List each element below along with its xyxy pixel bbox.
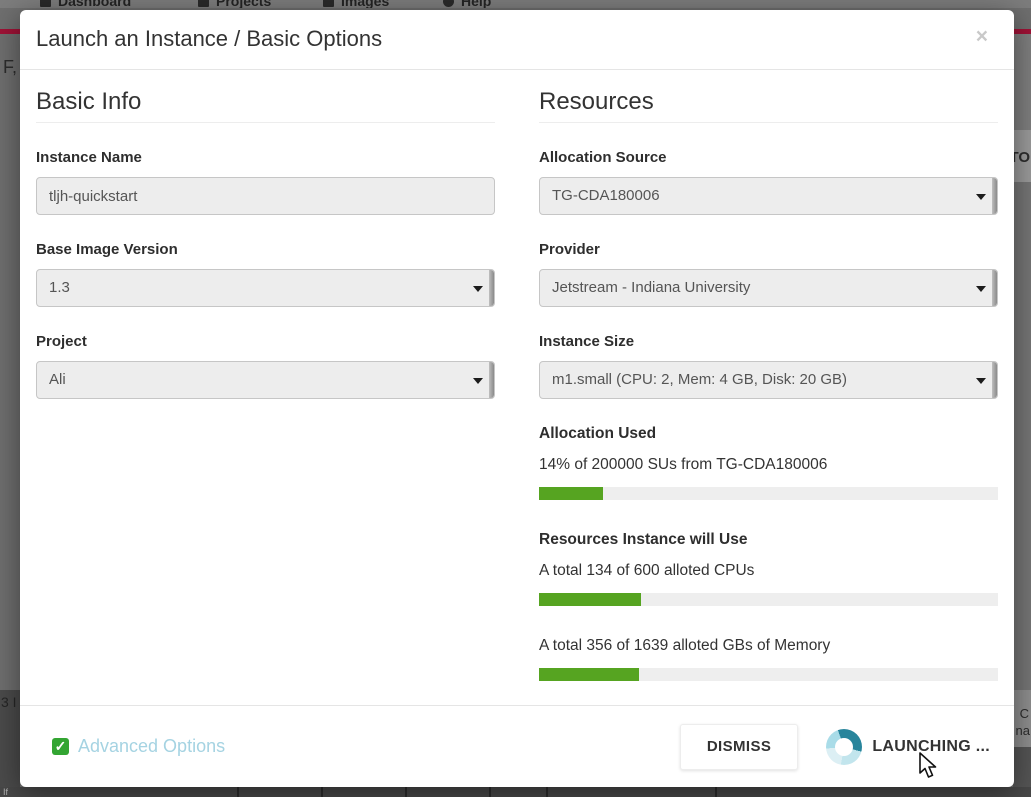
cpu-usage-text: A total 134 of 600 alloted CPUs <box>539 562 998 580</box>
resources-section: Resources Allocation Source TG-CDA180006… <box>539 70 998 681</box>
check-square-icon: ✓ <box>52 738 69 755</box>
modal-footer: ✓ Advanced Options DISMISS LAUNCHING ... <box>20 705 1014 787</box>
basic-info-heading: Basic Info <box>36 88 495 123</box>
allocation-used-progress-fill <box>539 487 603 500</box>
nav-item-projects: Projects <box>198 0 271 8</box>
provider-label: Provider <box>539 241 998 259</box>
modal-body: Basic Info Instance Name Base Image Vers… <box>20 70 1014 681</box>
background-text-fragment: If <box>3 787 8 797</box>
background-text-fragment: 3 I <box>1 694 17 710</box>
base-image-version-select[interactable]: 1.3 <box>36 269 495 307</box>
instance-usage-heading: Resources Instance will Use <box>539 531 998 549</box>
allocation-used-progressbar <box>539 487 998 500</box>
launch-instance-modal: Launch an Instance / Basic Options × Bas… <box>20 10 1014 787</box>
background-text-fragment: F, <box>3 57 17 78</box>
memory-usage-text: A total 356 of 1639 alloted GBs of Memor… <box>539 637 998 655</box>
background-divider <box>405 787 407 797</box>
project-select[interactable]: Ali <box>36 361 495 399</box>
allocation-used-heading: Allocation Used <box>539 425 998 443</box>
instance-name-label: Instance Name <box>36 149 495 167</box>
nav-item-images: Images <box>323 0 389 8</box>
launching-button[interactable]: LAUNCHING ... <box>826 729 990 765</box>
allocation-source-label: Allocation Source <box>539 149 998 167</box>
nav-item-dashboard: Dashboard <box>40 0 131 8</box>
nav-item-help: Help <box>443 0 491 8</box>
instance-size-label: Instance Size <box>539 333 998 351</box>
background-panel <box>1013 34 1031 130</box>
background-panel <box>1013 182 1031 690</box>
project-label: Project <box>36 333 495 351</box>
images-icon <box>323 0 334 7</box>
close-icon[interactable]: × <box>976 26 988 47</box>
mouse-cursor <box>918 752 940 780</box>
background-divider <box>489 787 491 797</box>
background-divider <box>546 787 548 797</box>
dismiss-button[interactable]: DISMISS <box>680 724 798 770</box>
cpu-usage-progress-fill <box>539 593 641 606</box>
cpu-usage-progressbar <box>539 593 998 606</box>
advanced-options-label: Advanced Options <box>78 736 225 757</box>
instance-name-input[interactable] <box>36 177 495 215</box>
memory-usage-progress-fill <box>539 668 639 681</box>
dashboard-icon <box>40 0 51 7</box>
provider-select[interactable]: Jetstream - Indiana University <box>539 269 998 307</box>
modal-header: Launch an Instance / Basic Options × <box>20 10 1014 70</box>
advanced-options-link[interactable]: ✓ Advanced Options <box>52 736 225 757</box>
background-divider <box>237 787 239 797</box>
modal-title: Launch an Instance / Basic Options <box>36 26 382 52</box>
projects-icon <box>198 0 209 7</box>
resources-heading: Resources <box>539 88 998 123</box>
allocation-source-select[interactable]: TG-CDA180006 <box>539 177 998 215</box>
background-table-band: If <box>0 787 1031 797</box>
background-divider <box>321 787 323 797</box>
background-divider <box>715 787 717 797</box>
background-text-fragment: C <box>1020 706 1029 721</box>
instance-size-select[interactable]: m1.small (CPU: 2, Mem: 4 GB, Disk: 20 GB… <box>539 361 998 399</box>
base-image-version-label: Base Image Version <box>36 241 495 259</box>
memory-usage-progressbar <box>539 668 998 681</box>
loading-spinner-icon <box>826 729 862 765</box>
background-navbar: Dashboard Projects Images Help <box>0 0 1031 8</box>
help-icon <box>443 0 454 7</box>
basic-info-section: Basic Info Instance Name Base Image Vers… <box>36 70 495 681</box>
allocation-used-text: 14% of 200000 SUs from TG-CDA180006 <box>539 456 998 474</box>
background-text-fragment: na <box>1016 723 1030 738</box>
